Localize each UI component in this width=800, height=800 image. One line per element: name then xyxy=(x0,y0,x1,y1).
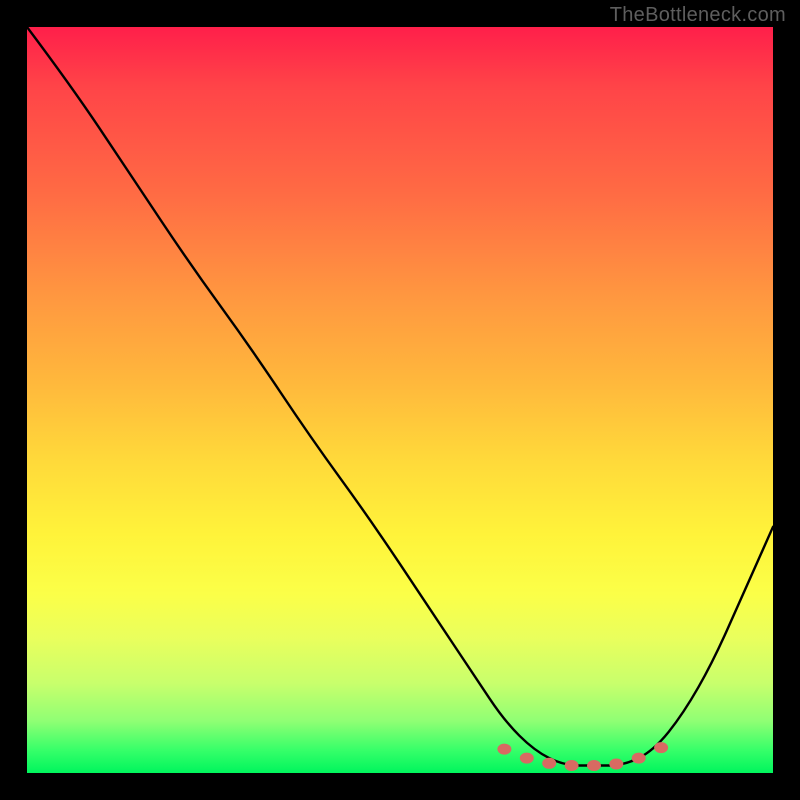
bottleneck-curve xyxy=(27,27,773,766)
marker-dot xyxy=(632,753,646,764)
plot-area xyxy=(27,27,773,773)
marker-dot xyxy=(565,760,579,771)
marker-dot xyxy=(542,758,556,769)
marker-dot xyxy=(520,753,534,764)
marker-dot xyxy=(609,759,623,770)
marker-dot xyxy=(497,744,511,755)
marker-dot xyxy=(587,760,601,771)
chart-frame: TheBottleneck.com xyxy=(0,0,800,800)
marker-dot xyxy=(654,742,668,753)
curve-svg xyxy=(27,27,773,773)
watermark-text: TheBottleneck.com xyxy=(610,4,786,27)
